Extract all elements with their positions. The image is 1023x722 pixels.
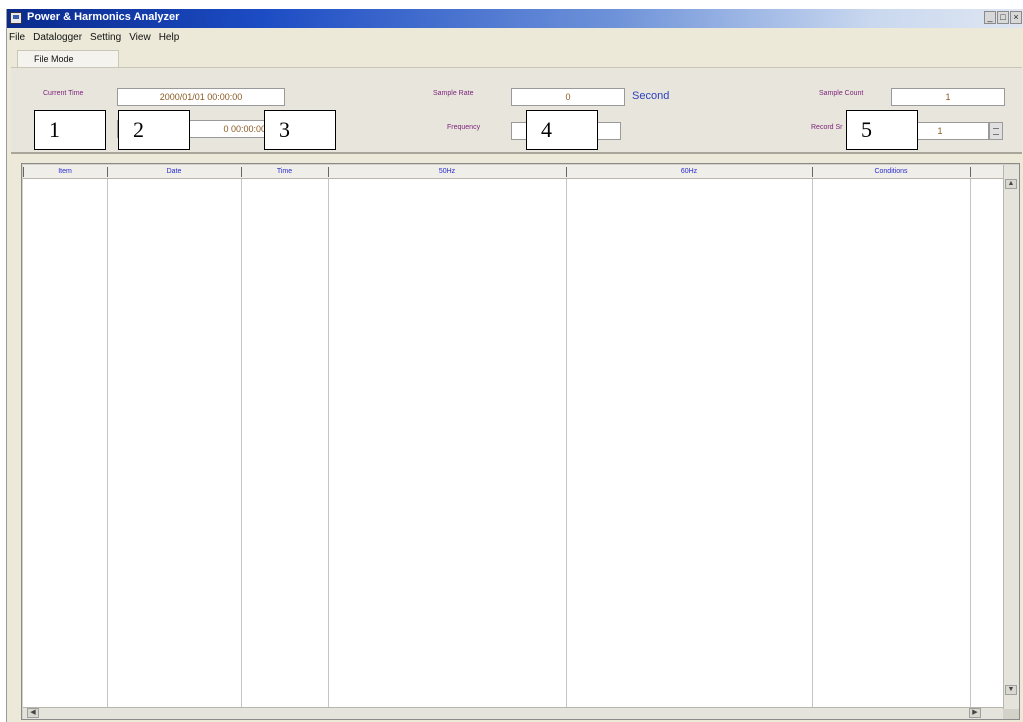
- column-divider: [566, 179, 567, 709]
- sample-count-label: Sample Count: [819, 90, 864, 97]
- column-divider: [328, 179, 329, 709]
- callout-1: 1: [34, 110, 106, 150]
- minimize-button[interactable]: _: [984, 11, 996, 24]
- column-header-conditions[interactable]: Conditions: [812, 165, 970, 179]
- sample-rate-label: Sample Rate: [433, 90, 474, 97]
- column-header-item[interactable]: Item: [23, 165, 107, 179]
- column-divider: [970, 179, 971, 709]
- column-header-60hz[interactable]: 60Hz: [566, 165, 812, 179]
- callout-3: 3: [264, 110, 336, 150]
- column-divider: [812, 179, 813, 709]
- table-body: Item Date Time 50Hz 60Hz Conditions: [23, 165, 1003, 709]
- sample-count-field[interactable]: 1: [891, 88, 1005, 106]
- callout-5: 5: [846, 110, 918, 150]
- tab-file-mode[interactable]: File Mode: [17, 50, 119, 68]
- window-controls: _ □ ×: [984, 11, 1022, 24]
- menu-help[interactable]: Help: [159, 28, 180, 48]
- menu-datalogger[interactable]: Datalogger: [33, 28, 82, 48]
- column-header-50hz[interactable]: 50Hz: [328, 165, 566, 179]
- close-button[interactable]: ×: [1010, 11, 1022, 24]
- scroll-right-icon[interactable]: ▶: [969, 708, 981, 718]
- menu-file[interactable]: File: [9, 28, 25, 48]
- maximize-button[interactable]: □: [997, 11, 1009, 24]
- frequency-label: Frequency: [447, 124, 481, 131]
- column-divider: [241, 179, 242, 709]
- current-time-field[interactable]: 2000/01/01 00:00:00: [117, 88, 285, 106]
- callout-2: 2: [118, 110, 190, 150]
- menu-setting[interactable]: Setting: [90, 28, 121, 48]
- sample-rate-unit: Second: [632, 90, 670, 102]
- column-header-extra: [970, 165, 1003, 179]
- column-header-time[interactable]: Time: [241, 165, 328, 179]
- horizontal-scrollbar[interactable]: ◀ ▶: [23, 707, 1003, 719]
- scroll-up-icon[interactable]: ▲: [1005, 179, 1017, 189]
- scroll-left-icon[interactable]: ◀: [27, 708, 39, 718]
- vertical-scrollbar[interactable]: ▲ ▼: [1003, 165, 1019, 709]
- title-bar[interactable]: Power & Harmonics Analyzer _ □ ×: [7, 9, 1023, 28]
- sample-rate-field[interactable]: 0: [511, 88, 625, 106]
- record-spinner[interactable]: [989, 122, 1003, 140]
- column-divider: [107, 179, 108, 709]
- menu-bar: File Datalogger Setting View Help: [7, 28, 1023, 48]
- app-icon: [10, 12, 22, 24]
- scroll-down-icon[interactable]: ▼: [1005, 685, 1017, 695]
- window-title: Power & Harmonics Analyzer: [27, 11, 180, 23]
- current-time-label: Current Time: [43, 90, 84, 97]
- column-header-date[interactable]: Date: [107, 165, 241, 179]
- menu-view[interactable]: View: [129, 28, 151, 48]
- data-table: Item Date Time 50Hz 60Hz Conditions ▲ ▼ …: [21, 163, 1020, 720]
- record-label: Record Sr: [811, 124, 843, 131]
- callout-4: 4: [526, 110, 598, 150]
